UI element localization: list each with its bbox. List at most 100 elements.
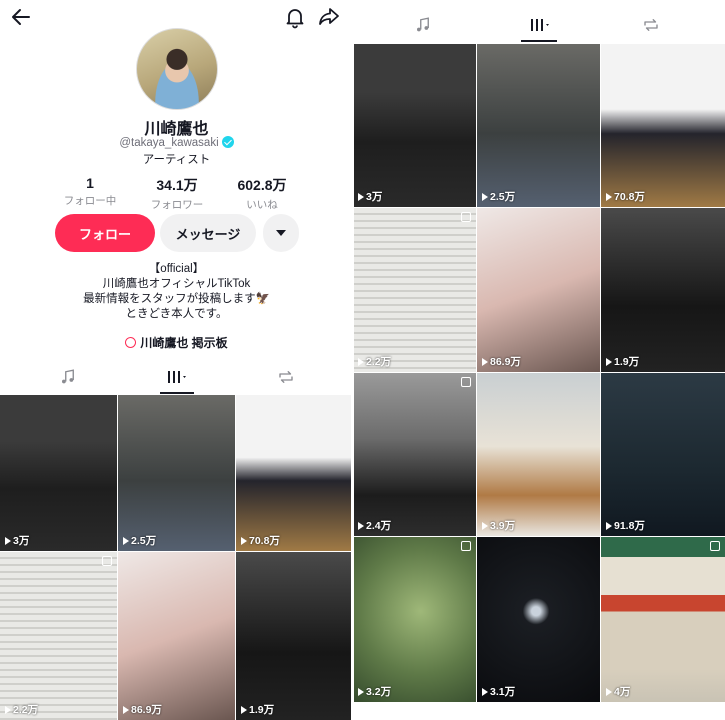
- view-count: 3.2万: [358, 684, 391, 699]
- tab-reposts[interactable]: [258, 360, 314, 394]
- stat-value: 1: [86, 175, 94, 191]
- bio-line: 川崎鷹也オフィシャルTikTok: [102, 278, 251, 290]
- view-count-value: 3万: [13, 535, 30, 547]
- stat-label: いいね: [246, 199, 278, 211]
- play-icon: [358, 192, 364, 201]
- tab-videos[interactable]: [511, 8, 567, 42]
- view-count: 86.9万: [482, 354, 521, 369]
- view-count-value: 2.2万: [13, 704, 39, 716]
- video-tile[interactable]: 3.1万: [477, 537, 600, 702]
- view-count-value: 86.9万: [490, 356, 521, 368]
- play-icon: [606, 192, 612, 201]
- stat-likes[interactable]: 602.8万 いいね: [212, 175, 312, 212]
- view-count-value: 2.4万: [366, 520, 392, 532]
- play-icon: [482, 357, 488, 366]
- play-icon: [358, 357, 364, 366]
- video-grid-panel: 3万 2.5万 70.8万 2.2万 86.9万 1.9万 2.4万 3.9万 …: [353, 0, 725, 720]
- stat-value: 602.8万: [237, 177, 287, 193]
- music-note-icon: [417, 17, 429, 32]
- view-count: 70.8万: [241, 533, 280, 548]
- avatar[interactable]: [136, 28, 218, 110]
- video-tile[interactable]: 70.8万: [236, 395, 353, 551]
- play-icon: [358, 687, 364, 696]
- tab-videos[interactable]: [148, 360, 204, 394]
- profile-bio: 【official】 川崎鷹也オフィシャルTikTok 最新情報をスタッフが投稿…: [0, 262, 353, 322]
- view-count: 70.8万: [606, 189, 645, 204]
- view-count: 2.5万: [123, 533, 156, 548]
- play-icon: [482, 192, 488, 201]
- bio-line: 【official】: [148, 263, 205, 275]
- multi-photo-icon: [461, 377, 471, 387]
- video-tile[interactable]: 2.4万: [353, 373, 476, 536]
- more-options-button[interactable]: [263, 214, 299, 252]
- video-tile[interactable]: 91.8万: [601, 373, 725, 536]
- view-count: 3.1万: [482, 684, 515, 699]
- music-note-icon: [62, 369, 74, 384]
- active-tab-indicator: [521, 40, 557, 42]
- profile-link[interactable]: 川崎鷹也 掲示板: [0, 334, 353, 351]
- view-count-value: 70.8万: [614, 191, 645, 203]
- share-icon[interactable]: [317, 5, 341, 29]
- view-count-value: 1.9万: [614, 356, 640, 368]
- view-count: 3万: [5, 533, 29, 548]
- view-count: 3万: [358, 189, 382, 204]
- video-tile[interactable]: 4万: [601, 537, 725, 702]
- view-count-value: 3万: [366, 191, 383, 203]
- bell-icon[interactable]: [283, 5, 307, 29]
- video-tile[interactable]: 2.2万: [353, 208, 476, 372]
- profile-handle: @takaya_kawasaki: [119, 137, 219, 149]
- video-tile[interactable]: 1.9万: [601, 208, 725, 372]
- play-icon: [123, 536, 129, 545]
- link-icon: [125, 337, 137, 348]
- view-count-value: 2.5万: [131, 535, 157, 547]
- view-count: 2.5万: [482, 189, 515, 204]
- grid-icon: [531, 19, 549, 31]
- view-count-value: 3.1万: [490, 686, 516, 698]
- tab-reposts[interactable]: [623, 8, 679, 42]
- video-tile[interactable]: 3.2万: [353, 537, 476, 702]
- video-tile[interactable]: 86.9万: [118, 552, 235, 720]
- video-tile[interactable]: 1.9万: [236, 552, 353, 720]
- view-count: 91.8万: [606, 518, 645, 533]
- multi-photo-icon: [461, 541, 471, 551]
- tab-music[interactable]: [40, 360, 96, 394]
- chevron-down-icon: [276, 230, 286, 236]
- content-tabs: [353, 8, 725, 42]
- play-icon: [123, 705, 129, 714]
- repost-icon: [279, 371, 293, 383]
- multi-photo-icon: [102, 556, 112, 566]
- active-tab-indicator: [160, 392, 194, 394]
- play-icon: [241, 536, 247, 545]
- message-button[interactable]: メッセージ: [160, 214, 256, 252]
- follow-button[interactable]: フォロー: [55, 214, 155, 252]
- play-icon: [358, 521, 364, 530]
- profile-panel: 川崎鷹也 @takaya_kawasaki アーティスト 1 フォロー中 34.…: [0, 0, 353, 720]
- view-count-value: 3.2万: [366, 686, 392, 698]
- play-icon: [606, 687, 612, 696]
- tab-music[interactable]: [395, 8, 451, 42]
- video-tile[interactable]: 86.9万: [477, 208, 600, 372]
- play-icon: [5, 536, 11, 545]
- profile-link-label: 川崎鷹也 掲示板: [140, 336, 228, 350]
- view-count-value: 91.8万: [614, 520, 645, 532]
- video-tile[interactable]: 3万: [353, 44, 476, 207]
- view-count: 4万: [606, 684, 630, 699]
- back-arrow-icon[interactable]: [9, 5, 33, 29]
- video-tile[interactable]: 2.5万: [118, 395, 235, 551]
- view-count: 86.9万: [123, 702, 162, 717]
- video-tile[interactable]: 2.2万: [0, 552, 117, 720]
- view-count-value: 3.9万: [490, 520, 516, 532]
- view-count: 1.9万: [241, 702, 274, 717]
- panel-divider: [351, 0, 354, 720]
- video-tile[interactable]: 3万: [0, 395, 117, 551]
- play-icon: [606, 357, 612, 366]
- multi-photo-icon: [461, 212, 471, 222]
- stat-following[interactable]: 1 フォロー中: [40, 175, 140, 208]
- play-icon: [241, 705, 247, 714]
- video-tile[interactable]: 70.8万: [601, 44, 725, 207]
- view-count-value: 70.8万: [249, 535, 280, 547]
- video-tile[interactable]: 2.5万: [477, 44, 600, 207]
- video-tile[interactable]: 3.9万: [477, 373, 600, 536]
- profile-category: アーティスト: [142, 154, 211, 166]
- multi-photo-icon: [710, 541, 720, 551]
